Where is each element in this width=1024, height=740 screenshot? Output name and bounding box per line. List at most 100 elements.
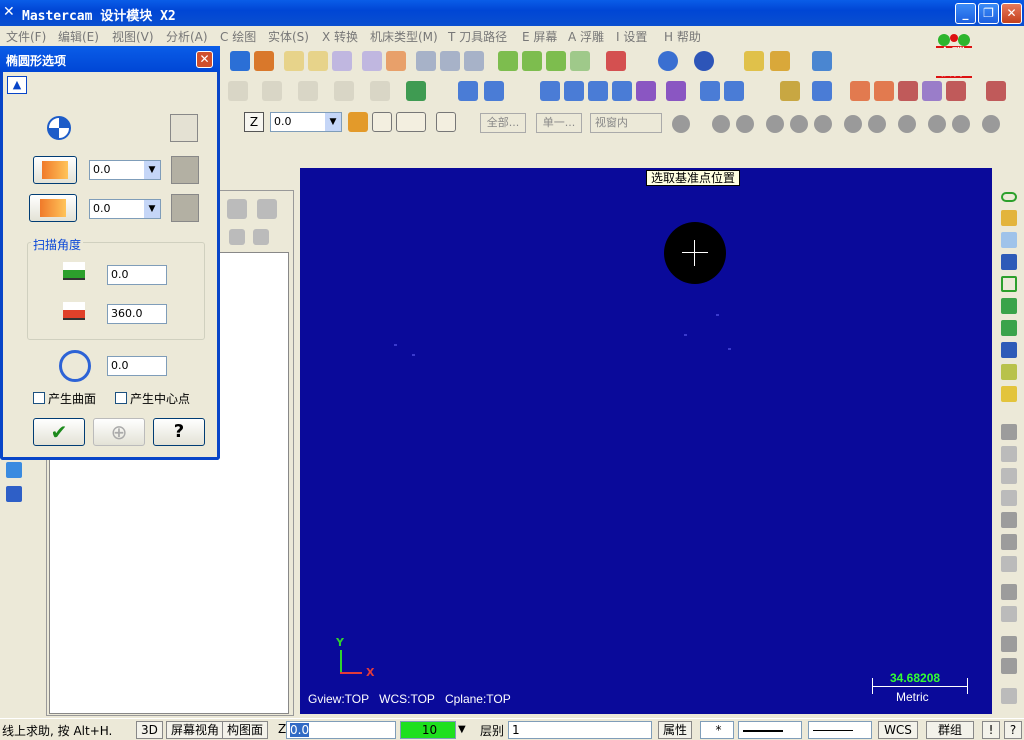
menu-item[interactable]: 实体(S) bbox=[268, 28, 309, 45]
sel-2-icon[interactable] bbox=[712, 115, 730, 133]
graphics-viewport[interactable] bbox=[300, 168, 992, 714]
auto-cursor-icon[interactable] bbox=[372, 112, 392, 132]
base-point-select-button[interactable] bbox=[170, 114, 198, 142]
cube-4-icon[interactable] bbox=[570, 51, 590, 71]
apply-button[interactable]: ⊕ bbox=[93, 418, 145, 446]
solid-icon[interactable] bbox=[406, 81, 426, 101]
plus-icon[interactable] bbox=[1001, 424, 1017, 440]
gray-9-icon[interactable] bbox=[1001, 636, 1017, 652]
sel-12-icon[interactable] bbox=[982, 115, 1000, 133]
xform-10-icon[interactable] bbox=[812, 81, 832, 101]
rotation-input[interactable]: 0.0 bbox=[107, 356, 167, 376]
sel-4-icon[interactable] bbox=[766, 115, 784, 133]
tool-2-icon[interactable] bbox=[440, 51, 460, 71]
shade-icon[interactable] bbox=[254, 51, 274, 71]
sel-10-icon[interactable] bbox=[928, 115, 946, 133]
measure-icon[interactable] bbox=[812, 51, 832, 71]
cube-1-icon[interactable] bbox=[498, 51, 518, 71]
sel-11-icon[interactable] bbox=[952, 115, 970, 133]
z-depth-button[interactable]: Z bbox=[244, 112, 264, 132]
xform-3-icon[interactable] bbox=[588, 81, 608, 101]
manager-tool-3-icon[interactable] bbox=[229, 229, 245, 245]
menu-item[interactable]: A 浮雕 bbox=[568, 28, 604, 45]
save-as-icon[interactable] bbox=[1001, 342, 1017, 358]
gray-10-icon[interactable] bbox=[1001, 658, 1017, 674]
dim-2-icon[interactable] bbox=[922, 81, 942, 101]
point-style-select[interactable]: * bbox=[700, 721, 734, 739]
manager-tool-2-icon[interactable] bbox=[257, 199, 277, 219]
wcs-button[interactable]: WCS bbox=[878, 721, 918, 739]
snap-icon[interactable] bbox=[348, 112, 368, 132]
radius-a-select[interactable]: 0.0 ▼ bbox=[89, 160, 161, 180]
manager-tool-4-icon[interactable] bbox=[253, 229, 269, 245]
gray-4-icon[interactable] bbox=[1001, 512, 1017, 528]
trim-icon[interactable] bbox=[458, 81, 478, 101]
menu-item[interactable]: 视图(V) bbox=[112, 28, 154, 45]
sel-3-icon[interactable] bbox=[736, 115, 754, 133]
panel-arrow-icon[interactable] bbox=[6, 462, 22, 478]
menu-item[interactable]: 机床类型(M) bbox=[370, 28, 438, 45]
gray-6-icon[interactable] bbox=[1001, 556, 1017, 572]
xform-8-icon[interactable] bbox=[724, 81, 744, 101]
arc-icon[interactable] bbox=[262, 81, 282, 101]
menu-item[interactable]: C 绘图 bbox=[220, 28, 256, 45]
xform-7-icon[interactable] bbox=[700, 81, 720, 101]
pencil-icon[interactable] bbox=[1001, 210, 1017, 226]
dialog-title-bar[interactable]: 椭圆形选项 ✕ bbox=[0, 46, 220, 72]
gray-3-icon[interactable] bbox=[1001, 490, 1017, 506]
color-field[interactable]: 10 bbox=[400, 721, 456, 739]
cplane-button[interactable]: 构图面 bbox=[222, 721, 269, 739]
help-icon[interactable] bbox=[436, 112, 456, 132]
line-width-select[interactable] bbox=[808, 721, 872, 739]
xform-6-icon[interactable] bbox=[666, 81, 686, 101]
axis-icon[interactable] bbox=[396, 112, 426, 132]
dim-4-icon[interactable] bbox=[986, 81, 1006, 101]
ellipse-icon[interactable] bbox=[298, 81, 318, 101]
point-icon[interactable] bbox=[1001, 320, 1017, 336]
save-icon[interactable] bbox=[1001, 254, 1017, 270]
zoom-window-icon[interactable] bbox=[284, 51, 304, 71]
radius-b-button[interactable] bbox=[29, 194, 77, 222]
base-point-icon[interactable] bbox=[47, 116, 71, 140]
dialog-close-icon[interactable]: ✕ bbox=[196, 51, 213, 68]
minimize-button[interactable]: _ bbox=[955, 3, 976, 24]
create-surface-checkbox[interactable] bbox=[33, 392, 45, 404]
gray-8-icon[interactable] bbox=[1001, 606, 1017, 622]
z-depth-select[interactable]: 0.0 ▼ bbox=[270, 112, 342, 132]
manager-tool-1-icon[interactable] bbox=[227, 199, 247, 219]
radius-a-color-box[interactable] bbox=[171, 156, 199, 184]
chamfer-icon[interactable] bbox=[370, 81, 390, 101]
z-field[interactable]: 0.0 bbox=[286, 721, 396, 739]
grid-icon[interactable] bbox=[850, 81, 870, 101]
menu-item[interactable]: 编辑(E) bbox=[58, 28, 99, 45]
gray-11-icon[interactable] bbox=[1001, 688, 1017, 704]
pencil-icon[interactable] bbox=[744, 51, 764, 71]
chevron-down-icon[interactable]: ▼ bbox=[458, 724, 466, 735]
select-all-button[interactable]: 全部... bbox=[480, 113, 526, 133]
panel-list-icon[interactable] bbox=[6, 486, 22, 502]
loop-icon[interactable] bbox=[1001, 364, 1017, 380]
menu-item[interactable]: I 设置 bbox=[616, 28, 647, 45]
xform-9-icon[interactable] bbox=[780, 81, 800, 101]
ok-button[interactable]: ✔ bbox=[33, 418, 85, 446]
gray-5-icon[interactable] bbox=[1001, 534, 1017, 550]
create-center-checkbox[interactable] bbox=[115, 392, 127, 404]
menu-item[interactable]: 文件(F) bbox=[6, 28, 46, 45]
dim-3-icon[interactable] bbox=[946, 81, 966, 101]
tool-1-icon[interactable] bbox=[416, 51, 436, 71]
view-cube-icon[interactable] bbox=[606, 51, 626, 71]
collapse-up-icon[interactable]: ▲ bbox=[7, 76, 27, 94]
line-icon[interactable] bbox=[228, 81, 248, 101]
sphere-icon[interactable] bbox=[694, 51, 714, 71]
gray-2-icon[interactable] bbox=[1001, 468, 1017, 484]
select-single-button[interactable]: 单一... bbox=[536, 113, 582, 133]
sel-1-icon[interactable] bbox=[672, 115, 690, 133]
gray-1-icon[interactable] bbox=[1001, 446, 1017, 462]
zoom-in-icon[interactable] bbox=[332, 51, 352, 71]
close-button[interactable]: ✕ bbox=[1001, 3, 1022, 24]
sel-8-icon[interactable] bbox=[868, 115, 886, 133]
end-angle-input[interactable]: 360.0 bbox=[107, 304, 167, 324]
gray-7-icon[interactable] bbox=[1001, 584, 1017, 600]
menu-item[interactable]: 分析(A) bbox=[166, 28, 208, 45]
help-button[interactable]: ? bbox=[153, 418, 205, 446]
